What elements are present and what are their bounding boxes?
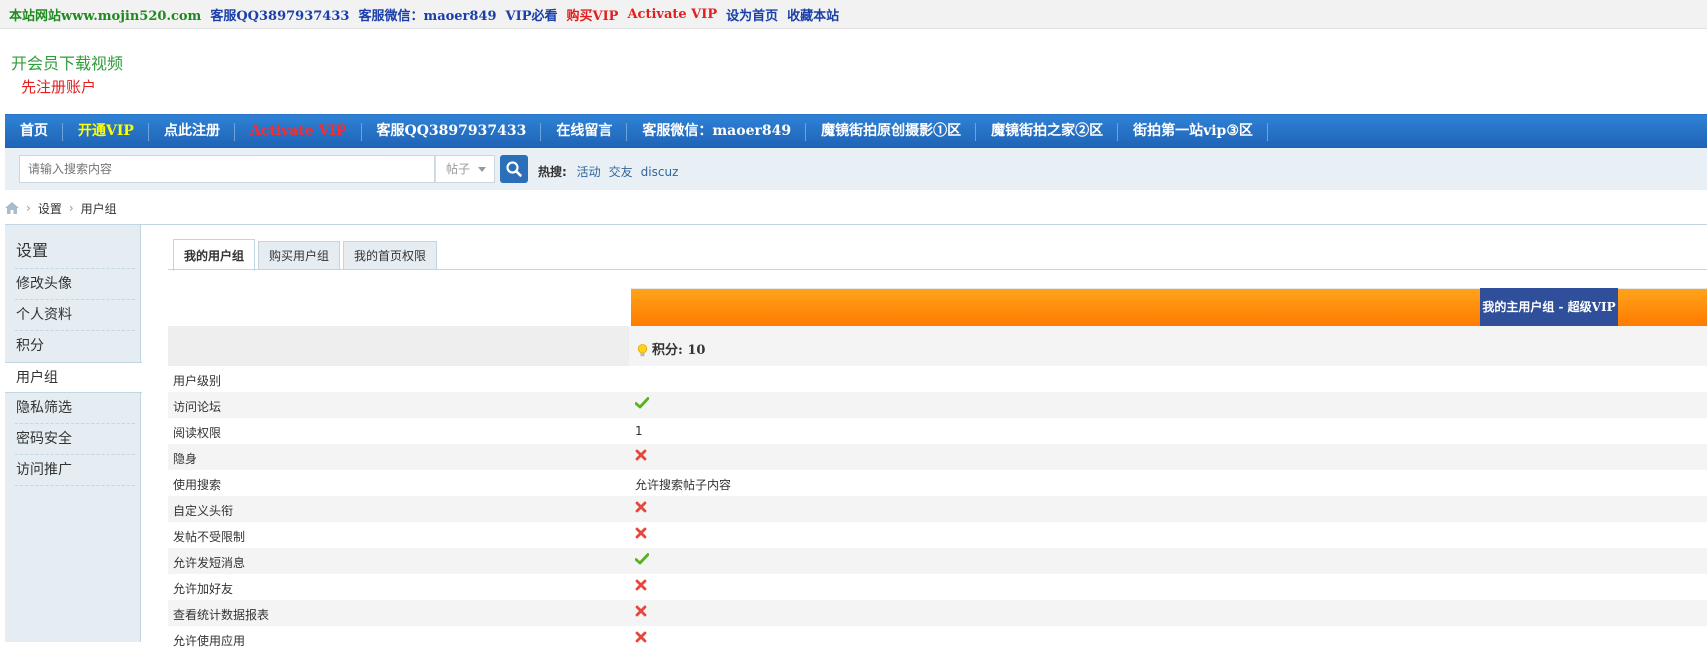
cross-icon — [635, 605, 647, 620]
hot-search: 热搜: 活动 交友 discuz — [538, 163, 686, 180]
top-link-6[interactable]: 设为首页 — [726, 5, 778, 24]
content-divider — [5, 224, 1707, 225]
cross-icon — [635, 527, 647, 542]
tab-2[interactable]: 我的首页权限 — [343, 241, 438, 270]
hot-search-term[interactable]: 交友 — [609, 165, 633, 179]
points-text: 积分: 10 — [652, 343, 706, 358]
sidebar-item-label: 修改头像 — [16, 276, 72, 292]
points-row-left — [168, 326, 629, 366]
search-type-value: 帖子 — [446, 162, 471, 176]
permission-label: 允许使用应用 — [173, 634, 246, 648]
permission-label: 允许发短消息 — [173, 556, 246, 570]
search-button[interactable] — [500, 155, 528, 183]
top-link-7[interactable]: 收藏本站 — [787, 5, 839, 24]
top-link-3[interactable]: VIP必看 — [506, 5, 558, 24]
table-row-bg — [168, 444, 1707, 470]
permission-label: 访问论坛 — [173, 400, 222, 414]
points-value: 积分: 10 — [637, 339, 705, 358]
nav-item-6[interactable]: 客服微信：maoer849 — [627, 115, 806, 148]
cross-icon — [635, 631, 647, 646]
sidebar-title: 设置 — [16, 241, 49, 260]
sidebar-item-1[interactable]: 个人资料 — [5, 300, 141, 331]
permission-label: 查看统计数据报表 — [173, 608, 270, 622]
top-link-2[interactable]: 客服微信：maoer849 — [358, 5, 496, 24]
top-link-1[interactable]: 客服QQ3897937433 — [210, 5, 349, 24]
sidebar-item-2[interactable]: 积分 — [5, 331, 141, 362]
cross-icon — [635, 579, 647, 594]
permission-label: 隐身 — [173, 452, 198, 466]
permission-value: 允许搜索帖子内容 — [635, 478, 732, 492]
permission-value: 1 — [635, 424, 643, 438]
site-logo[interactable]: 开会员下载视频 先注册账户 — [5, 38, 133, 104]
top-link-4[interactable]: 购买VIP — [567, 5, 619, 24]
nav-item-9[interactable]: 街拍第一站vip③区 — [1118, 115, 1268, 148]
nav-item-4[interactable]: 客服QQ3897937433 — [362, 115, 542, 148]
tab-0[interactable]: 我的用户组 — [173, 239, 256, 271]
breadcrumb-separator: › — [68, 201, 74, 215]
table-row-bg — [168, 600, 1707, 626]
table-header-left — [168, 288, 629, 326]
permission-label: 使用搜索 — [173, 478, 222, 492]
table-row-bg — [168, 496, 1707, 522]
breadcrumb-separator: › — [26, 201, 31, 215]
nav-item-7[interactable]: 魔镜街拍原创摄影①区 — [806, 115, 977, 148]
sidebar-item-label: 访问推广 — [16, 462, 72, 478]
nav-item-8[interactable]: 魔镜街拍之家②区 — [976, 115, 1119, 148]
tab-1[interactable]: 购买用户组 — [258, 241, 341, 270]
top-link-bar: 本站网站www.mojin520.com 客服QQ3897937433 客服微信：m… — [0, 0, 1707, 29]
permission-label: 允许加好友 — [173, 582, 234, 596]
hot-search-term[interactable]: 活动 — [577, 165, 601, 179]
search-bar: 帖子 热搜: 活动交友 discuz — [5, 148, 1707, 190]
cross-icon — [635, 449, 647, 464]
sidebar-item-5[interactable]: 密码安全 — [5, 424, 141, 455]
sidebar-item-label: 个人资料 — [16, 307, 72, 323]
settings-sidebar: 设置 修改头像个人资料积分用户组隐私筛选密码安全访问推广 — [5, 225, 142, 642]
logo-line-2: 先注册账户 — [21, 78, 97, 96]
permission-label: 用户级别 — [173, 374, 222, 388]
sidebar-item-6[interactable]: 访问推广 — [5, 455, 141, 486]
logo-line-1: 开会员下载视频 — [11, 54, 124, 73]
check-icon — [634, 553, 650, 568]
permission-label: 阅读权限 — [173, 426, 222, 440]
main-group-label: 我的主用户组 - 超级VIP — [1480, 288, 1618, 326]
nav-item-3[interactable]: Activate VIP — [235, 115, 362, 148]
cross-icon — [635, 501, 647, 516]
breadcrumb-item-usergroup: 用户组 — [80, 201, 117, 216]
top-link-5[interactable]: Activate VIP — [627, 7, 717, 22]
sidebar-item-label: 用户组 — [16, 370, 58, 386]
lightbulb-icon — [637, 344, 648, 357]
breadcrumb-item-settings[interactable]: 设置 — [38, 200, 62, 217]
sidebar-item-3[interactable]: 用户组 — [5, 362, 142, 393]
hot-search-label: 热搜: — [538, 165, 567, 179]
usergroup-tabs: 我的用户组 购买用户组 我的首页权限 — [173, 238, 440, 271]
table-row-bg — [168, 392, 1707, 418]
breadcrumb: › 设置 › 用户组 — [5, 198, 117, 218]
check-icon — [634, 397, 650, 412]
search-type-select[interactable]: 帖子 — [435, 155, 495, 183]
nav-item-1[interactable]: 开通VIP — [63, 115, 149, 148]
tab-underline — [168, 269, 1707, 270]
permission-label: 发帖不受限制 — [173, 530, 246, 544]
main-nav: 首页 开通VIP 点此注册 Activate VIP 客服QQ3897937433 在线留… — [5, 114, 1707, 148]
sidebar-item-0[interactable]: 修改头像 — [5, 269, 141, 300]
nav-item-0[interactable]: 首页 — [5, 115, 63, 148]
table-row-bg — [168, 548, 1707, 574]
chevron-down-icon — [478, 167, 486, 172]
top-link-0[interactable]: 本站网站www.mojin520.com — [9, 5, 201, 24]
nav-item-5[interactable]: 在线留言 — [541, 115, 628, 148]
home-icon[interactable] — [5, 202, 19, 214]
sidebar-item-label: 积分 — [16, 338, 44, 354]
sidebar-item-4[interactable]: 隐私筛选 — [5, 393, 141, 424]
sidebar-item-label: 隐私筛选 — [16, 400, 72, 416]
search-icon — [506, 161, 522, 177]
search-input-box[interactable] — [19, 155, 435, 183]
permission-label: 自定义头衔 — [173, 504, 234, 518]
sidebar-item-divider — [15, 485, 135, 486]
hot-search-term[interactable]: discuz — [641, 165, 679, 179]
nav-item-2[interactable]: 点此注册 — [149, 115, 235, 148]
search-input[interactable] — [20, 156, 430, 182]
sidebar-item-label: 密码安全 — [16, 431, 72, 447]
